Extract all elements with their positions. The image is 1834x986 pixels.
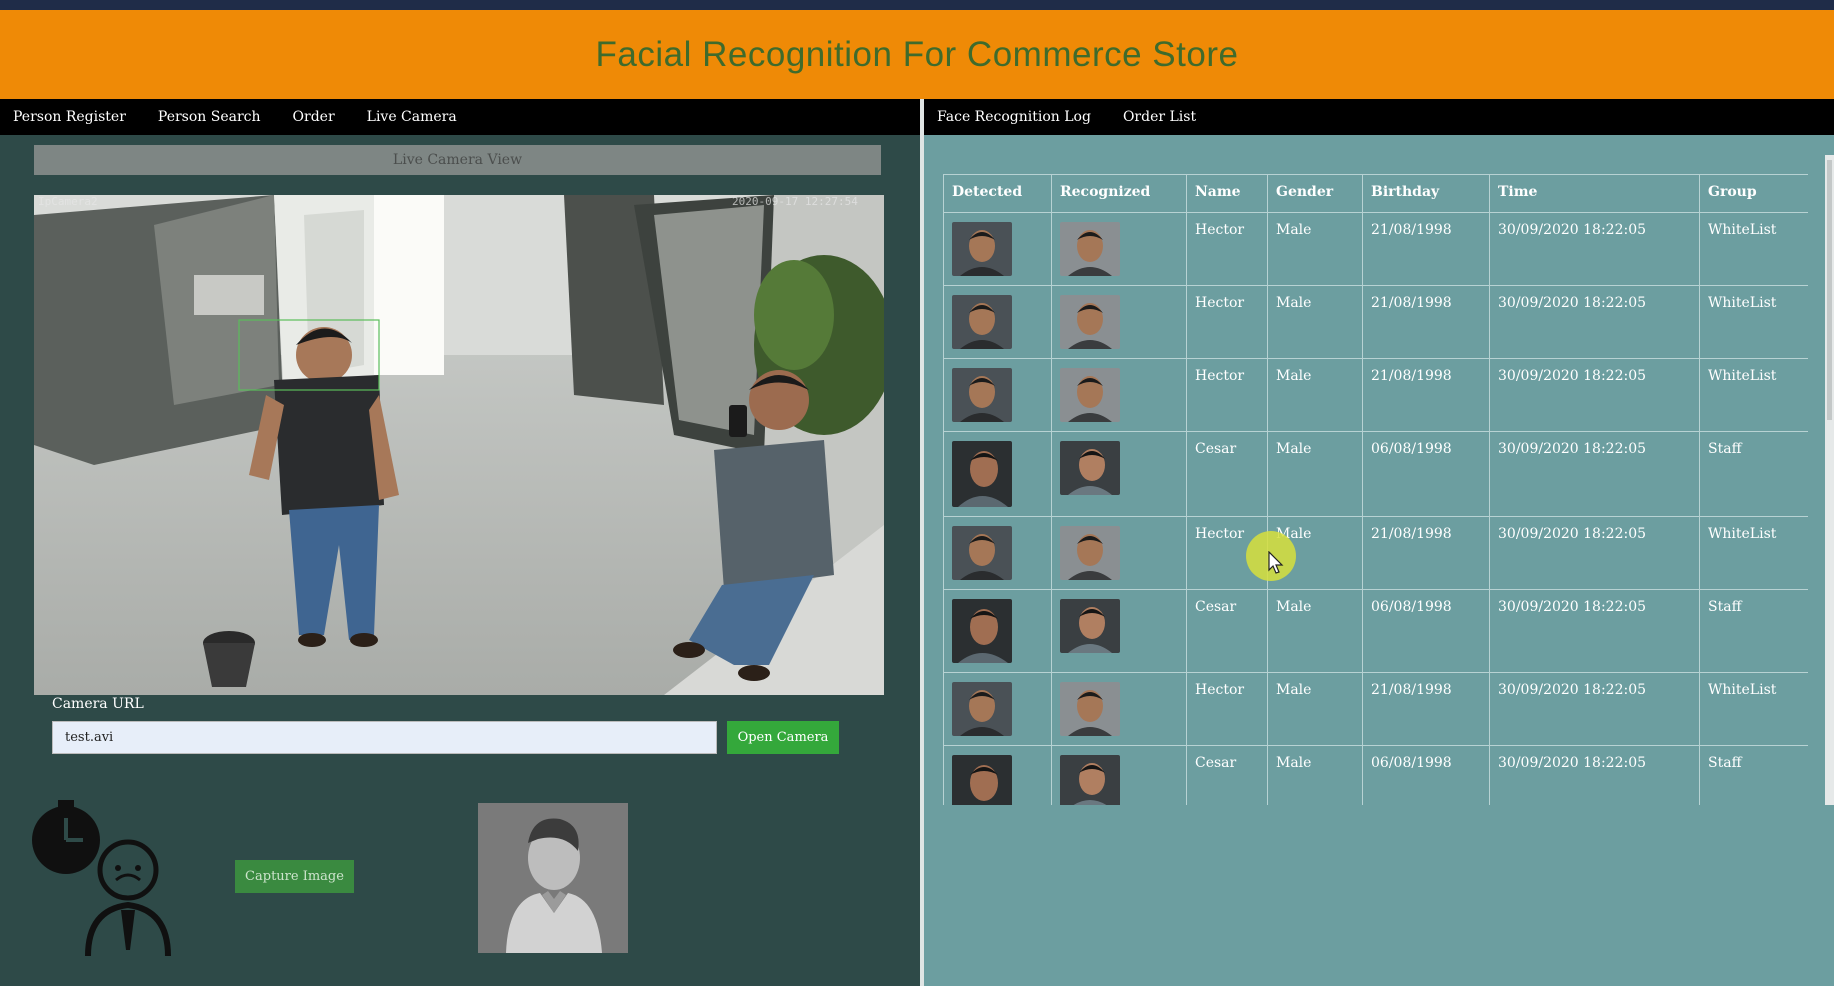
cell-group: WhiteList bbox=[1699, 285, 1808, 359]
log-scrollbar-thumb[interactable] bbox=[1827, 160, 1832, 420]
nav-person-register[interactable]: Person Register bbox=[0, 109, 126, 125]
cell-birthday: 06/08/1998 bbox=[1362, 745, 1490, 805]
column-header[interactable]: Recognized bbox=[1051, 174, 1187, 213]
svg-text:IpCamera2: IpCamera2 bbox=[38, 195, 98, 208]
detected-face-thumbnail bbox=[952, 295, 1012, 349]
cell-gender: Male bbox=[1267, 589, 1363, 673]
cell-birthday: 06/08/1998 bbox=[1362, 431, 1490, 517]
table-row[interactable]: Hector Male 21/08/1998 30/09/2020 18:22:… bbox=[943, 285, 1808, 359]
nav-face-recognition-log[interactable]: Face Recognition Log bbox=[924, 109, 1091, 125]
table-row[interactable]: Hector Male 21/08/1998 30/09/2020 18:22:… bbox=[943, 672, 1808, 746]
cell-group: WhiteList bbox=[1699, 212, 1808, 286]
top-strip bbox=[0, 0, 1834, 10]
recognized-face-thumbnail bbox=[1060, 441, 1120, 495]
cell-group: Staff bbox=[1699, 745, 1808, 805]
detected-face-thumbnail bbox=[952, 222, 1012, 276]
cell-time: 30/09/2020 18:22:05 bbox=[1489, 212, 1700, 286]
cell-gender: Male bbox=[1267, 358, 1363, 432]
cell-birthday: 06/08/1998 bbox=[1362, 589, 1490, 673]
table-row[interactable]: Hector Male 21/08/1998 30/09/2020 18:22:… bbox=[943, 358, 1808, 432]
nav-right: Face Recognition Log Order List bbox=[924, 99, 1834, 135]
column-header[interactable]: Birthday bbox=[1362, 174, 1490, 213]
cell-gender: Male bbox=[1267, 285, 1363, 359]
cell-birthday: 21/08/1998 bbox=[1362, 285, 1490, 359]
open-camera-button[interactable]: Open Camera bbox=[727, 721, 839, 754]
timer-person-icon bbox=[28, 800, 184, 960]
recognized-face-thumbnail bbox=[1060, 526, 1120, 580]
detected-face-thumbnail bbox=[952, 755, 1012, 805]
cell-birthday: 21/08/1998 bbox=[1362, 516, 1490, 590]
capture-image-button[interactable]: Capture Image bbox=[235, 860, 354, 893]
recognized-face-thumbnail bbox=[1060, 599, 1120, 653]
column-header[interactable]: Gender bbox=[1267, 174, 1363, 213]
cell-name: Hector bbox=[1186, 285, 1268, 359]
cell-gender: Male bbox=[1267, 212, 1363, 286]
column-header[interactable]: Name bbox=[1186, 174, 1268, 213]
detected-face-thumbnail bbox=[952, 599, 1012, 663]
camera-feed: IpCamera2 2020-09-17 12:27:54 bbox=[34, 195, 884, 695]
recognized-face-thumbnail bbox=[1060, 755, 1120, 805]
face-recognition-log-table: Detected Recognized Name Gender Birthday… bbox=[943, 174, 1808, 805]
app-header: Facial Recognition For Commerce Store bbox=[0, 10, 1834, 99]
cell-group: WhiteList bbox=[1699, 516, 1808, 590]
table-row[interactable]: Hector Male 21/08/1998 30/09/2020 18:22:… bbox=[943, 212, 1808, 286]
cell-group: Staff bbox=[1699, 589, 1808, 673]
cell-birthday: 21/08/1998 bbox=[1362, 212, 1490, 286]
detected-face-thumbnail bbox=[952, 526, 1012, 580]
column-header[interactable]: Time bbox=[1489, 174, 1700, 213]
cell-group: Staff bbox=[1699, 431, 1808, 517]
cell-birthday: 21/08/1998 bbox=[1362, 672, 1490, 746]
cell-time: 30/09/2020 18:22:05 bbox=[1489, 358, 1700, 432]
recognized-face-thumbnail bbox=[1060, 222, 1120, 276]
table-header-row: Detected Recognized Name Gender Birthday… bbox=[943, 174, 1808, 213]
cell-gender: Male bbox=[1267, 431, 1363, 517]
cell-group: WhiteList bbox=[1699, 358, 1808, 432]
table-row[interactable]: Hector Male 21/08/1998 30/09/2020 18:22:… bbox=[943, 516, 1808, 590]
cell-time: 30/09/2020 18:22:05 bbox=[1489, 589, 1700, 673]
cell-name: Cesar bbox=[1186, 589, 1268, 673]
nav-live-camera[interactable]: Live Camera bbox=[354, 109, 457, 125]
nav-left: Person Register Person Search Order Live… bbox=[0, 99, 920, 135]
camera-url-input[interactable] bbox=[52, 721, 717, 754]
cell-time: 30/09/2020 18:22:05 bbox=[1489, 672, 1700, 746]
detected-face-thumbnail bbox=[952, 682, 1012, 736]
live-camera-title: Live Camera View bbox=[34, 145, 881, 175]
cell-name: Hector bbox=[1186, 212, 1268, 286]
svg-text:2020-09-17 12:27:54: 2020-09-17 12:27:54 bbox=[732, 195, 858, 208]
cell-name: Hector bbox=[1186, 672, 1268, 746]
cell-time: 30/09/2020 18:22:05 bbox=[1489, 745, 1700, 805]
recognized-face-thumbnail bbox=[1060, 368, 1120, 422]
cell-name: Cesar bbox=[1186, 431, 1268, 517]
cell-group: WhiteList bbox=[1699, 672, 1808, 746]
nav-order[interactable]: Order bbox=[280, 109, 335, 125]
recognized-face-thumbnail bbox=[1060, 295, 1120, 349]
cell-gender: Male bbox=[1267, 745, 1363, 805]
table-row[interactable]: Cesar Male 06/08/1998 30/09/2020 18:22:0… bbox=[943, 589, 1808, 673]
nav-person-search[interactable]: Person Search bbox=[145, 109, 261, 125]
column-header[interactable]: Detected bbox=[943, 174, 1052, 213]
nav-order-list[interactable]: Order List bbox=[1110, 109, 1196, 125]
cell-name: Cesar bbox=[1186, 745, 1268, 805]
page-title: Facial Recognition For Commerce Store bbox=[595, 34, 1239, 74]
cell-time: 30/09/2020 18:22:05 bbox=[1489, 285, 1700, 359]
cell-gender: Male bbox=[1267, 672, 1363, 746]
camera-url-label: Camera URL bbox=[52, 696, 144, 712]
detected-face-thumbnail bbox=[952, 368, 1012, 422]
recognized-face-thumbnail bbox=[1060, 682, 1120, 736]
table-row[interactable]: Cesar Male 06/08/1998 30/09/2020 18:22:0… bbox=[943, 431, 1808, 517]
table-row[interactable]: Cesar Male 06/08/1998 30/09/2020 18:22:0… bbox=[943, 745, 1808, 805]
cell-time: 30/09/2020 18:22:05 bbox=[1489, 431, 1700, 517]
cell-time: 30/09/2020 18:22:05 bbox=[1489, 516, 1700, 590]
cell-birthday: 21/08/1998 bbox=[1362, 358, 1490, 432]
detected-face-thumbnail bbox=[952, 441, 1012, 507]
mouse-cursor-icon bbox=[1268, 551, 1284, 574]
cell-name: Hector bbox=[1186, 358, 1268, 432]
person-silhouette-icon bbox=[478, 803, 628, 953]
column-header[interactable]: Group bbox=[1699, 174, 1808, 213]
